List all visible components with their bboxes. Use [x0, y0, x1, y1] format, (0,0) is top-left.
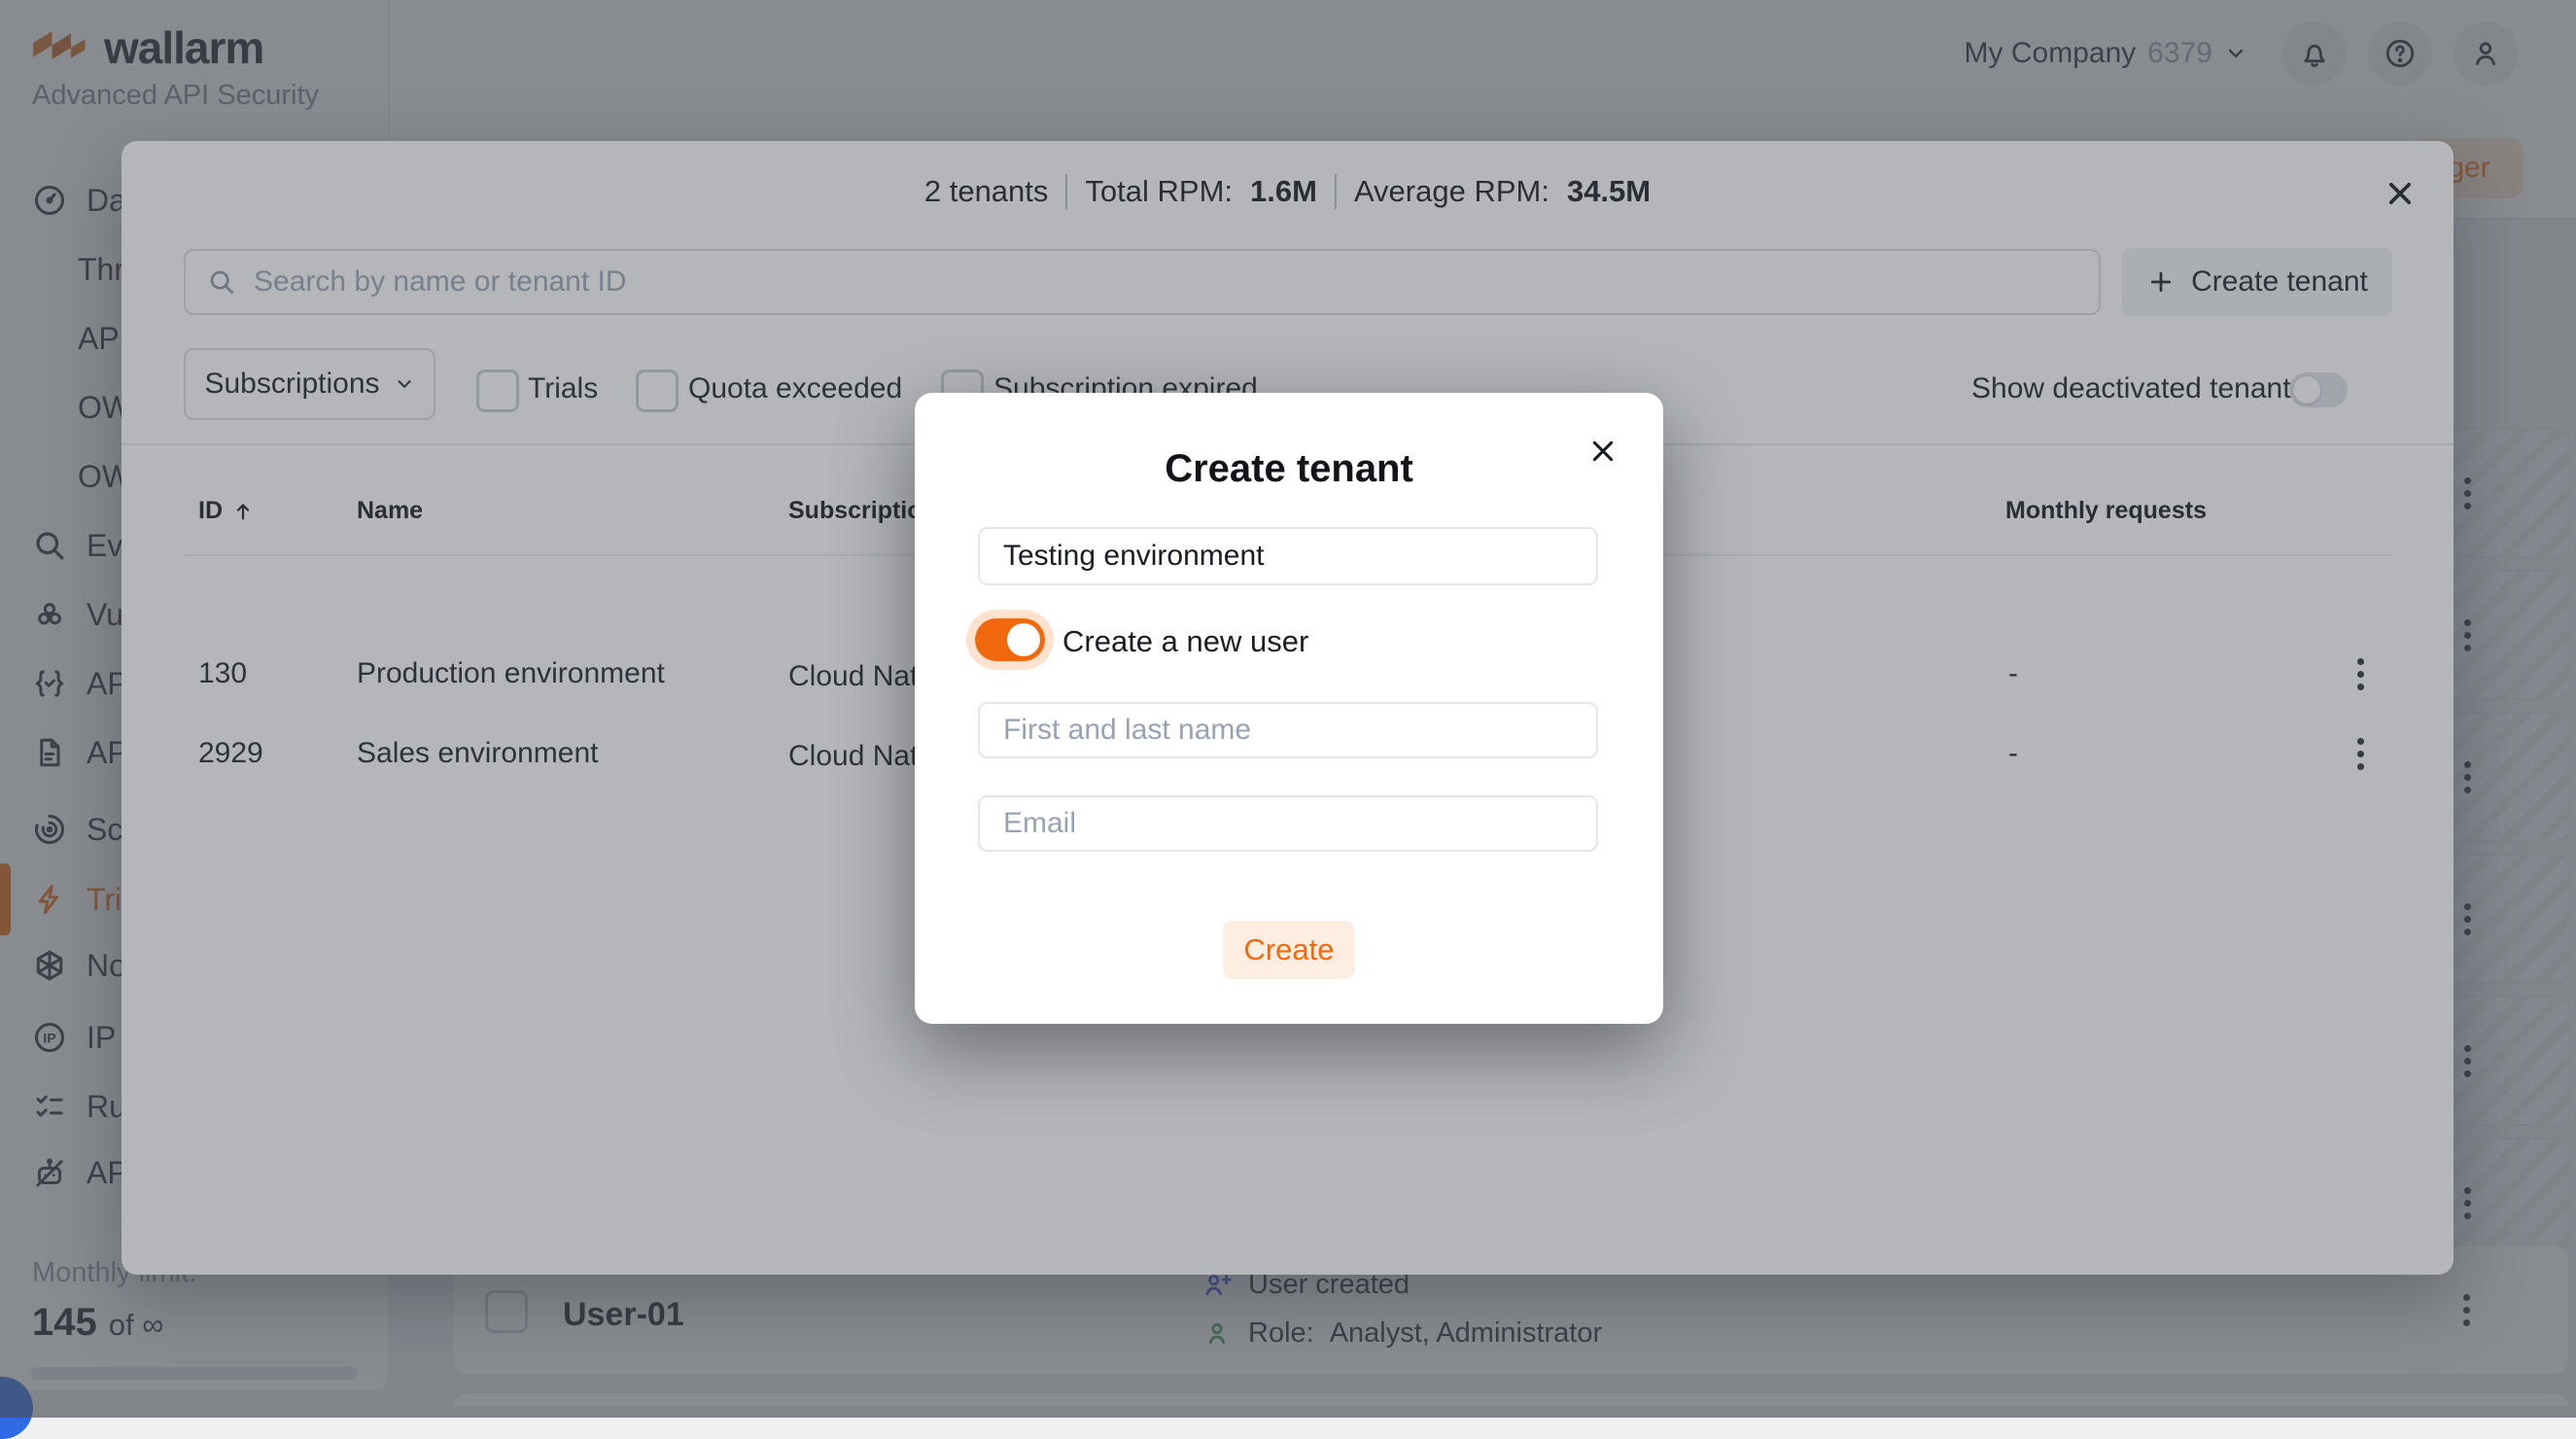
create-user-toggle-label: Create a new user: [1062, 624, 1308, 659]
create-user-toggle[interactable]: [975, 618, 1045, 661]
modal-title: Create tenant: [915, 447, 1663, 491]
close-button[interactable]: [1582, 430, 1624, 473]
create-tenant-modal: Create tenant Create a new user Create: [915, 393, 1663, 1024]
email-input[interactable]: [978, 795, 1598, 852]
create-submit-button[interactable]: Create: [1223, 921, 1355, 979]
full-name-input[interactable]: [978, 702, 1598, 758]
close-icon: [1587, 436, 1619, 467]
tenant-name-input[interactable]: [978, 527, 1598, 585]
